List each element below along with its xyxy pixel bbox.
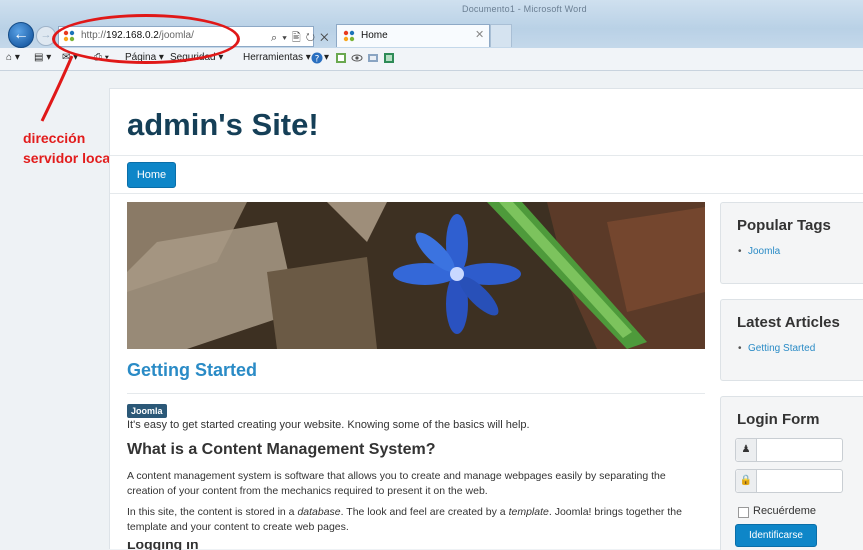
article-paragraph-1: A content management system is software … [127,470,666,497]
joomla-page: admin's Site! Home Getting Started Jooml… [109,88,863,550]
article-intro: It's easy to get started creating your w… [127,419,530,431]
module-title: Popular Tags [737,217,831,234]
annotation-line-2: servidor local [23,150,115,166]
article-paragraph-2: In this site, the content is stored in a… [127,506,682,533]
module-title: Latest Articles [737,314,840,331]
login-button[interactable]: Identificarse [735,524,817,547]
popular-tags-module: Popular Tags Joomla [720,202,863,284]
username-input[interactable]: ♟ [735,438,843,462]
article-title[interactable]: Getting Started [127,360,257,381]
section-heading-cut: Logging In [127,542,199,550]
site-title[interactable]: admin's Site! [127,107,319,143]
lock-icon: 🔒 [736,470,757,492]
divider [110,193,863,194]
divider [110,155,863,156]
annotation-label: dirección servidor local [23,128,114,168]
password-input[interactable]: 🔒 [735,469,843,493]
remember-label[interactable]: Recuérdeme [753,505,816,517]
hero-image [127,202,705,349]
remember-checkbox[interactable] [738,507,749,518]
annotation-line-1: dirección [23,130,86,146]
divider [127,393,705,394]
user-icon: ♟ [736,439,757,461]
article-link[interactable]: Getting Started [738,343,815,354]
latest-articles-module: Latest Articles Getting Started [720,299,863,381]
section-heading: What is a Content Management System? [127,441,436,458]
login-module: Login Form ♟ 🔒 Recuérdeme Identificarse [720,396,863,550]
tag-link[interactable]: Joomla [738,246,780,257]
tag-badge[interactable]: Joomla [127,404,167,418]
nav-home-button[interactable]: Home [127,162,176,188]
module-title: Login Form [737,411,820,428]
